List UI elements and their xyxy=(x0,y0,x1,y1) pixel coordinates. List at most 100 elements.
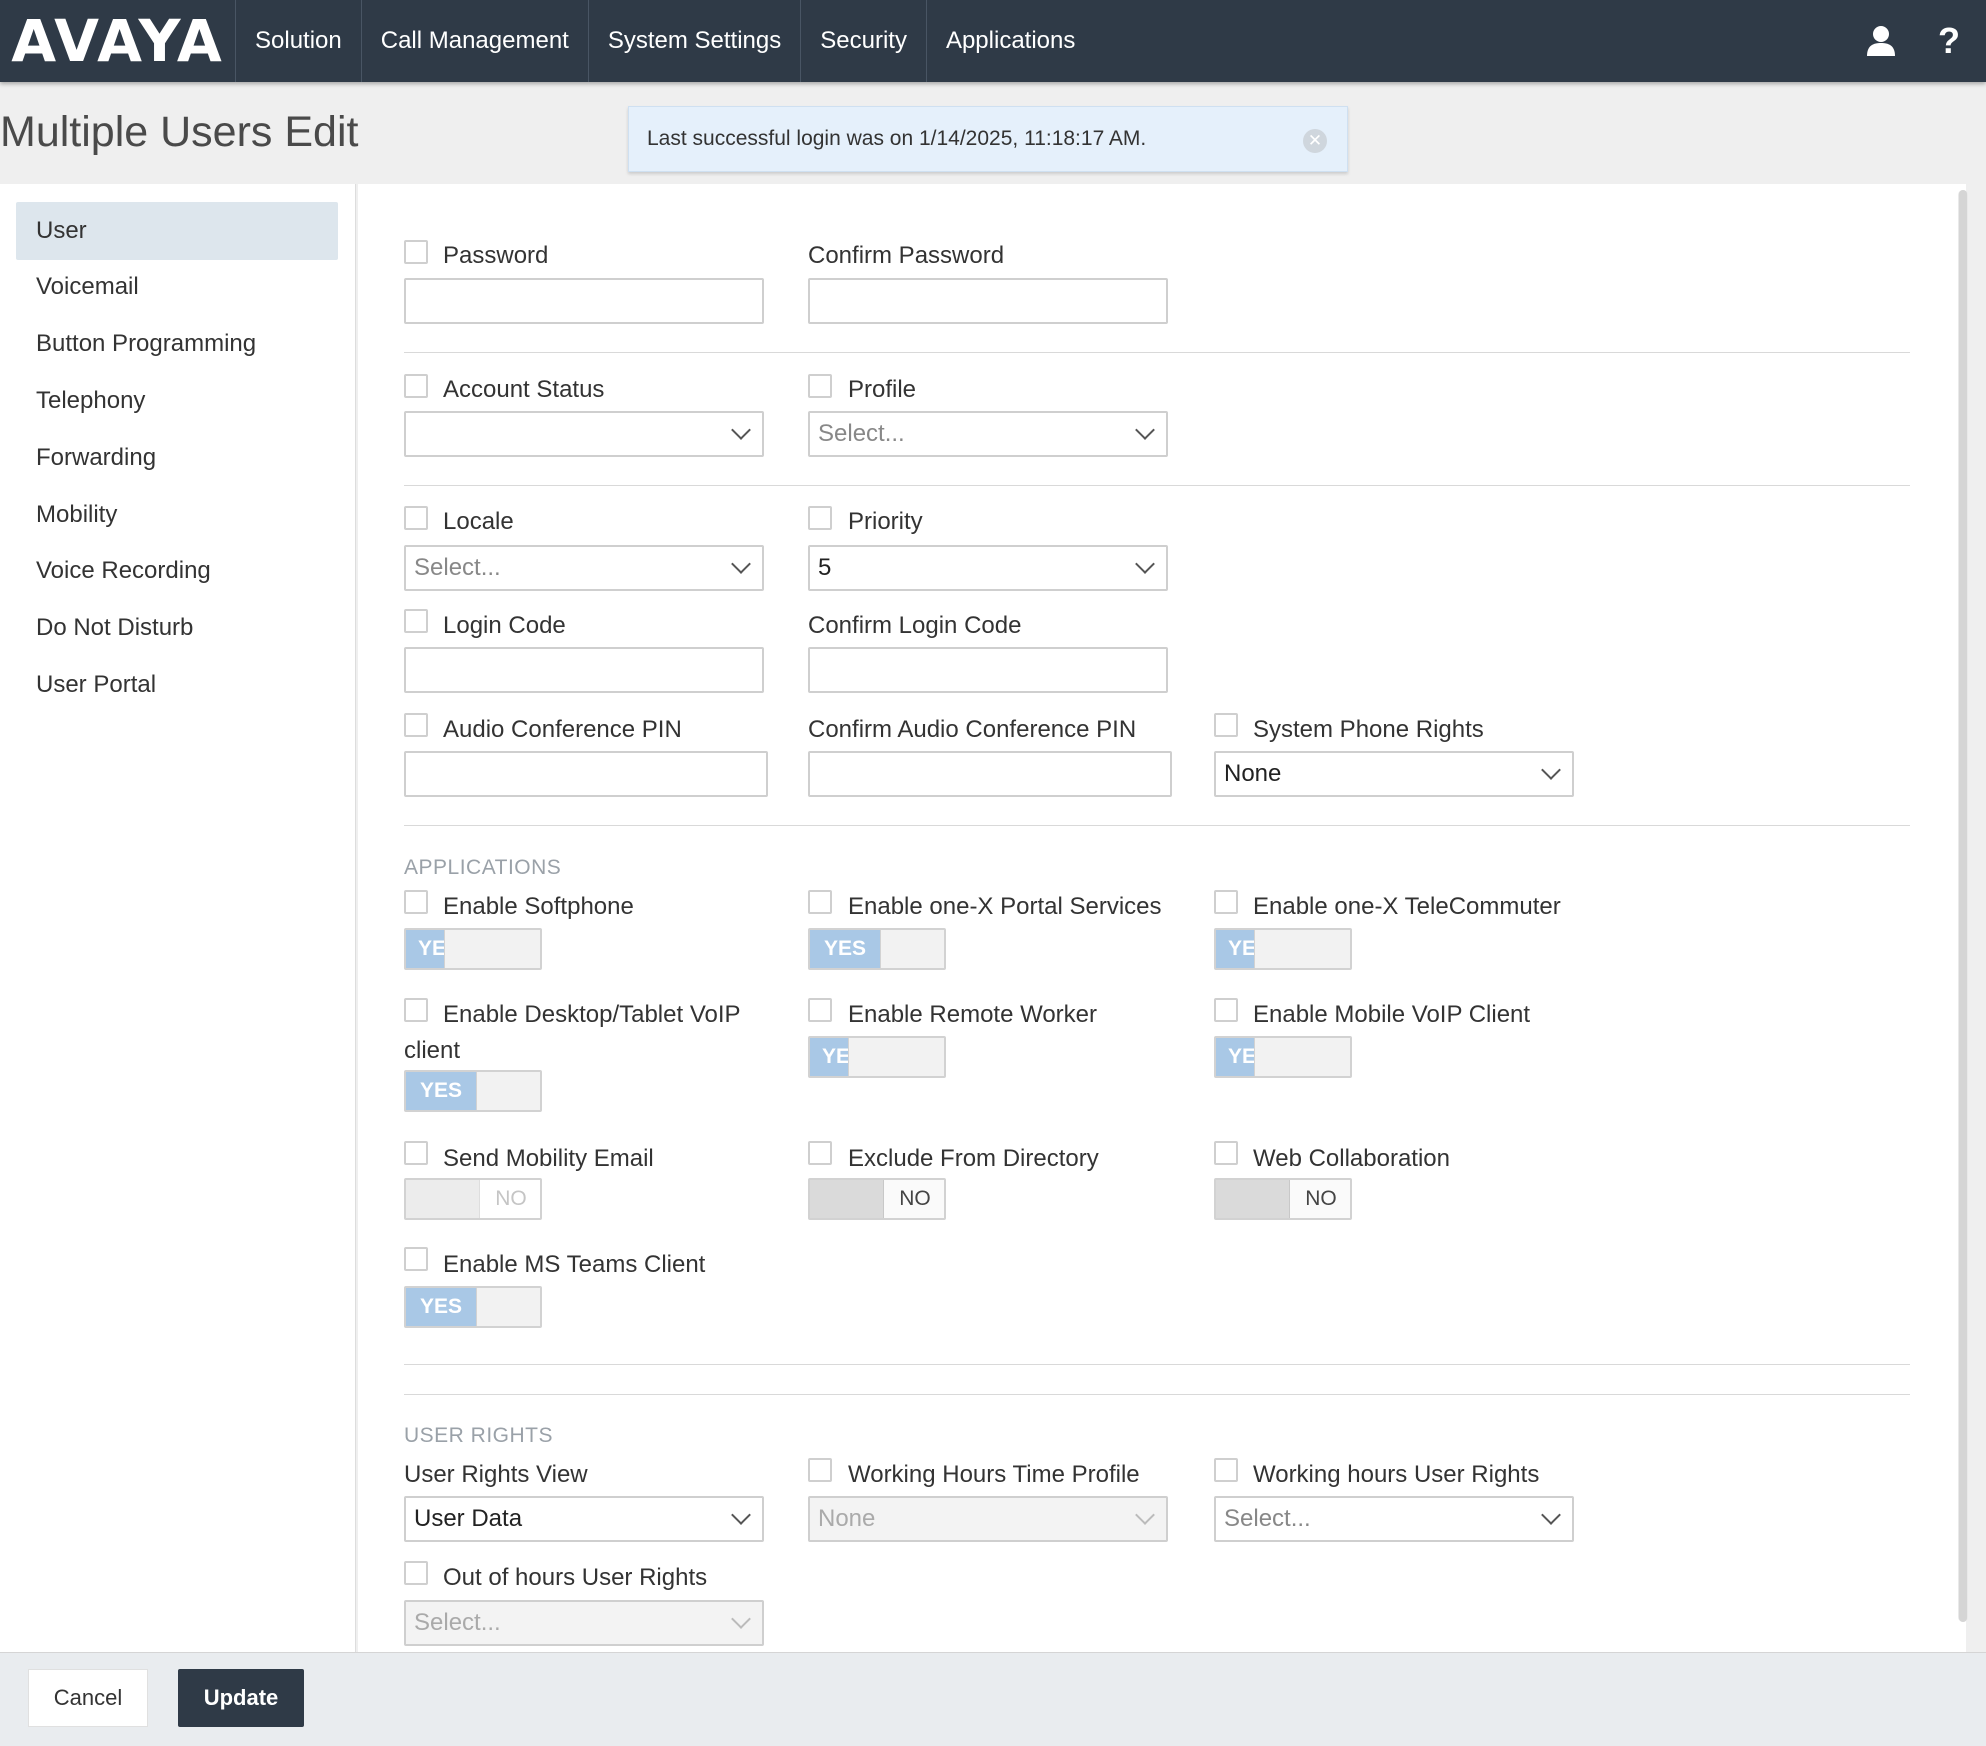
login-notification: Last successful login was on 1/14/2025, … xyxy=(628,106,1348,172)
enable-mobile-voip-toggle[interactable]: YE xyxy=(1214,1036,1352,1078)
send-mobility-email-label: Send Mobility Email xyxy=(443,1145,654,1172)
confirm-password-label: Confirm Password xyxy=(808,242,1005,269)
account-status-select[interactable] xyxy=(404,411,764,457)
enable-portal-checkbox[interactable] xyxy=(808,890,832,914)
nav-call-management[interactable]: Call Management xyxy=(362,0,589,82)
enable-desktop-voip-label: Enable Desktop/Tablet VoIP xyxy=(443,1001,741,1028)
login-code-input[interactable] xyxy=(404,647,764,693)
cancel-button[interactable]: Cancel xyxy=(28,1669,148,1727)
divider xyxy=(404,825,1910,826)
locale-checkbox[interactable] xyxy=(404,506,428,530)
profile-label: Profile xyxy=(848,376,917,403)
audio-pin-input[interactable] xyxy=(404,751,768,797)
sidebar-item-user[interactable]: User xyxy=(16,202,338,260)
enable-mobile-voip-checkbox[interactable] xyxy=(1214,998,1238,1022)
enable-portal-toggle[interactable]: YES xyxy=(808,928,946,970)
user-rights-section-header: USER RIGHTS xyxy=(404,1424,554,1447)
nav-security[interactable]: Security xyxy=(801,0,927,82)
exclude-directory-toggle[interactable]: NO xyxy=(808,1178,946,1220)
nav-system-settings[interactable]: System Settings xyxy=(589,0,802,82)
web-collaboration-toggle[interactable]: NO xyxy=(1214,1178,1352,1220)
exclude-directory-label: Exclude From Directory xyxy=(848,1145,1099,1172)
sidebar-item-do-not-disturb[interactable]: Do Not Disturb xyxy=(16,599,338,657)
chevron-down-icon xyxy=(731,420,751,440)
chevron-down-icon xyxy=(1135,420,1155,440)
enable-ms-teams-checkbox[interactable] xyxy=(404,1247,428,1271)
user-rights-view-label: User Rights View xyxy=(404,1461,588,1488)
send-mobility-email-toggle[interactable]: NO xyxy=(404,1178,542,1220)
chevron-down-icon xyxy=(1541,760,1561,780)
profile-checkbox[interactable] xyxy=(808,374,832,398)
working-hours-time-profile-select: None xyxy=(808,1496,1168,1542)
working-hours-time-profile-label: Working Hours Time Profile xyxy=(848,1461,1140,1488)
chevron-down-icon xyxy=(731,554,751,574)
divider xyxy=(404,485,1910,486)
enable-desktop-voip-checkbox[interactable] xyxy=(404,998,428,1022)
enable-remote-worker-label: Enable Remote Worker xyxy=(848,1001,1097,1028)
user-rights-view-select[interactable]: User Data xyxy=(404,1496,764,1542)
sidebar-item-voice-recording[interactable]: Voice Recording xyxy=(16,542,338,600)
confirm-audio-pin-label: Confirm Audio Conference PIN xyxy=(808,716,1137,743)
sidebar-item-telephony[interactable]: Telephony xyxy=(16,372,338,430)
sidebar-item-button-programming[interactable]: Button Programming xyxy=(16,315,338,373)
web-collaboration-checkbox[interactable] xyxy=(1214,1141,1238,1165)
enable-desktop-voip-label-cont: client xyxy=(404,1037,461,1064)
nav-applications[interactable]: Applications xyxy=(927,0,1094,82)
password-checkbox[interactable] xyxy=(404,240,428,264)
user-icon[interactable] xyxy=(1866,25,1896,57)
out-of-hours-user-rights-label: Out of hours User Rights xyxy=(443,1564,708,1591)
confirm-login-code-label: Confirm Login Code xyxy=(808,612,1022,639)
login-code-checkbox[interactable] xyxy=(404,609,428,633)
enable-remote-worker-checkbox[interactable] xyxy=(808,998,832,1022)
working-hours-user-rights-checkbox[interactable] xyxy=(1214,1458,1238,1482)
login-code-label: Login Code xyxy=(443,612,566,639)
priority-checkbox[interactable] xyxy=(808,506,832,530)
update-button[interactable]: Update xyxy=(178,1669,304,1727)
password-label: Password xyxy=(443,242,549,269)
priority-select[interactable]: 5 xyxy=(808,545,1168,591)
top-nav-bar: AVAYA Solution Call Management System Se… xyxy=(0,0,1986,82)
enable-telecommuter-toggle[interactable]: YE xyxy=(1214,928,1352,970)
scrollbar[interactable] xyxy=(1958,190,1968,1622)
enable-portal-label: Enable one-X Portal Services xyxy=(848,893,1162,920)
profile-select[interactable]: Select... xyxy=(808,411,1168,457)
confirm-audio-pin-input[interactable] xyxy=(808,751,1172,797)
enable-remote-worker-toggle[interactable]: YE xyxy=(808,1036,946,1078)
sidebar-item-user-portal[interactable]: User Portal xyxy=(16,656,338,714)
out-of-hours-user-rights-select: Select... xyxy=(404,1600,764,1646)
sidebar-item-forwarding[interactable]: Forwarding xyxy=(16,429,338,487)
enable-desktop-voip-toggle[interactable]: YES xyxy=(404,1070,542,1112)
enable-softphone-label: Enable Softphone xyxy=(443,893,634,920)
divider xyxy=(404,1364,1910,1365)
locale-select[interactable]: Select... xyxy=(404,545,764,591)
close-icon[interactable]: ✕ xyxy=(1303,129,1327,153)
enable-telecommuter-label: Enable one-X TeleCommuter xyxy=(1253,893,1561,920)
enable-telecommuter-checkbox[interactable] xyxy=(1214,890,1238,914)
password-input[interactable] xyxy=(404,278,764,324)
nav-solution[interactable]: Solution xyxy=(236,0,362,82)
help-icon[interactable]: ? xyxy=(1938,20,1960,62)
action-bar: Cancel Update xyxy=(0,1652,1986,1746)
system-phone-rights-select[interactable]: None xyxy=(1214,751,1574,797)
login-notification-text: Last successful login was on 1/14/2025, … xyxy=(647,127,1147,150)
account-status-checkbox[interactable] xyxy=(404,374,428,398)
confirm-login-code-input[interactable] xyxy=(808,647,1168,693)
working-hours-time-profile-checkbox[interactable] xyxy=(808,1458,832,1482)
send-mobility-email-checkbox[interactable] xyxy=(404,1141,428,1165)
working-hours-user-rights-select[interactable]: Select... xyxy=(1214,1496,1574,1542)
sidebar-item-voicemail[interactable]: Voicemail xyxy=(16,258,338,316)
exclude-directory-checkbox[interactable] xyxy=(808,1141,832,1165)
chevron-down-icon xyxy=(731,1609,751,1629)
enable-mobile-voip-label: Enable Mobile VoIP Client xyxy=(1253,1001,1531,1028)
applications-section-header: APPLICATIONS xyxy=(404,856,562,879)
scrollbar-thumb[interactable] xyxy=(1959,190,1967,1622)
enable-softphone-checkbox[interactable] xyxy=(404,890,428,914)
enable-ms-teams-toggle[interactable]: YES xyxy=(404,1286,542,1328)
enable-softphone-toggle[interactable]: YE xyxy=(404,928,542,970)
audio-pin-checkbox[interactable] xyxy=(404,713,428,737)
out-of-hours-user-rights-checkbox[interactable] xyxy=(404,1561,428,1585)
sidebar-item-mobility[interactable]: Mobility xyxy=(16,486,338,544)
confirm-password-input[interactable] xyxy=(808,278,1168,324)
locale-label: Locale xyxy=(443,508,514,535)
system-phone-rights-checkbox[interactable] xyxy=(1214,713,1238,737)
